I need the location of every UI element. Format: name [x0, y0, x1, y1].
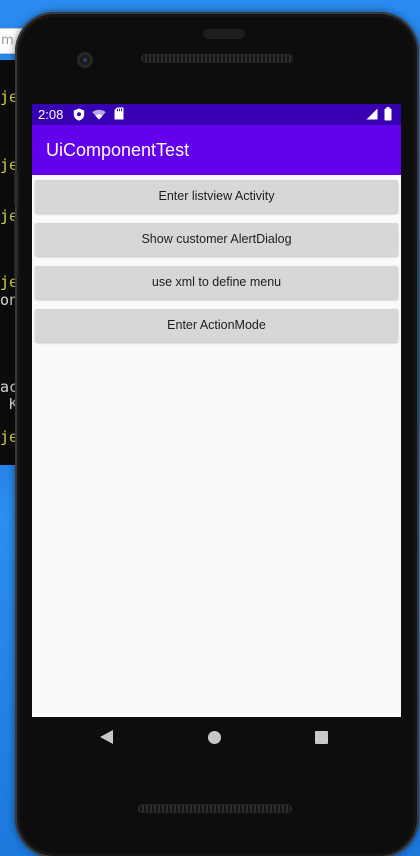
home-icon[interactable] — [208, 731, 221, 744]
navigation-bar — [32, 717, 401, 757]
enter-actionmode-button[interactable]: Enter ActionMode — [35, 309, 398, 342]
volume-button[interactable] — [14, 172, 18, 206]
back-icon[interactable] — [100, 730, 113, 744]
status-time: 2:08 — [38, 107, 64, 122]
phone-screen: 2:08 UiComponentTest Enter listview Acti… — [32, 104, 401, 717]
app-title: UiComponentTest — [46, 140, 190, 160]
top-speaker-grille — [141, 54, 293, 63]
status-bar: 2:08 — [32, 104, 401, 125]
earpiece — [203, 29, 245, 39]
phone-frame: 2:08 UiComponentTest Enter listview Acti… — [14, 12, 419, 856]
show-customer-alertdialog-button[interactable]: Show customer AlertDialog — [35, 223, 398, 256]
sd-card-icon — [114, 107, 124, 120]
app-bar: UiComponentTest — [32, 125, 401, 175]
wifi-off-icon — [92, 109, 106, 120]
enter-listview-activity-button[interactable]: Enter listview Activity — [35, 180, 398, 213]
use-xml-menu-button[interactable]: use xml to define menu — [35, 266, 398, 299]
bottom-speaker-grille — [138, 804, 292, 813]
desktop-search-text: m — [1, 33, 14, 48]
recents-icon[interactable] — [315, 731, 328, 744]
cell-signal-icon — [366, 108, 378, 120]
side-button[interactable] — [14, 217, 18, 277]
battery-icon — [384, 107, 392, 121]
front-camera — [77, 52, 93, 68]
shield-icon — [73, 108, 85, 121]
